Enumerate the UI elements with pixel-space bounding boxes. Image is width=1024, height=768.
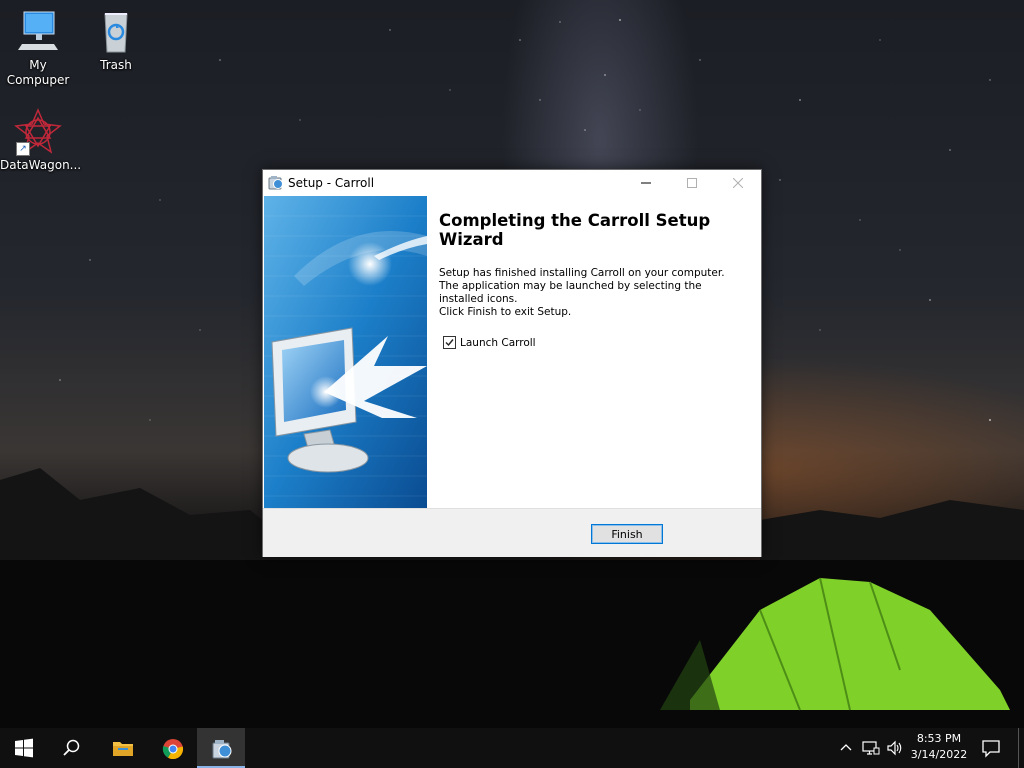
clock-time: 8:53 PM xyxy=(916,732,962,745)
desktop-icon-label: My Compuper xyxy=(6,58,70,87)
minimize-button[interactable] xyxy=(623,170,669,196)
notification-icon[interactable] xyxy=(981,738,1001,758)
desktop-icon-datawagon[interactable]: ↗ DataWagon... xyxy=(0,108,82,173)
window-title: Setup - Carroll xyxy=(288,176,375,190)
desktop-icon-label: DataWagon... xyxy=(0,158,82,172)
close-button[interactable] xyxy=(715,170,761,196)
chevron-up-icon[interactable] xyxy=(838,740,854,756)
launch-label[interactable]: Launch Carroll xyxy=(460,337,536,349)
wizard-heading: Completing the Carroll Setup Wizard xyxy=(439,211,711,249)
wizard-exit-hint: Click Finish to exit Setup. xyxy=(439,306,572,318)
minimize-icon xyxy=(641,182,651,183)
setup-wizard-window: Setup - Carroll Completing the Carroll S… xyxy=(262,169,762,557)
finish-button[interactable]: Finish xyxy=(591,524,663,544)
computer-icon xyxy=(14,8,62,56)
maximize-icon xyxy=(687,177,697,188)
start-icon xyxy=(15,738,33,758)
file-explorer-icon xyxy=(113,742,133,756)
button-bar: Finish xyxy=(263,508,761,557)
title-bar[interactable]: Setup - Carroll xyxy=(263,170,761,196)
network-icon[interactable] xyxy=(862,740,880,756)
datawagon-shortcut-icon: ↗ xyxy=(14,108,62,156)
start-button[interactable] xyxy=(0,728,48,768)
wizard-banner-image xyxy=(264,196,427,508)
checkmark-icon xyxy=(445,339,454,347)
search-icon xyxy=(63,739,80,756)
launch-checkbox[interactable] xyxy=(443,336,456,349)
show-desktop-button[interactable] xyxy=(1018,728,1019,768)
close-icon xyxy=(732,177,744,188)
volume-icon[interactable] xyxy=(886,740,904,756)
maximize-button[interactable] xyxy=(669,170,715,196)
search-button[interactable] xyxy=(48,728,96,768)
desktop-icon-my-computer[interactable]: My Compuper xyxy=(0,8,76,88)
taskbar-setup-app[interactable] xyxy=(197,728,245,768)
recycle-bin-icon xyxy=(92,8,140,56)
chrome-icon xyxy=(162,739,184,760)
taskbar-chrome[interactable] xyxy=(148,728,196,768)
clock-date: 3/14/2022 xyxy=(910,748,968,761)
setup-app-icon xyxy=(212,740,232,759)
desktop-icon-trash[interactable]: Trash xyxy=(78,8,154,73)
desktop-icon-label: Trash xyxy=(100,58,132,72)
taskbar-file-explorer[interactable] xyxy=(98,728,146,768)
system-clock[interactable]: 8:53 PM 3/14/2022 xyxy=(908,731,970,763)
wizard-description: Setup has finished installing Carroll on… xyxy=(439,267,725,305)
shortcut-arrow-icon: ↗ xyxy=(16,142,30,156)
setup-app-icon xyxy=(268,176,283,190)
taskbar: 8:53 PM 3/14/2022 xyxy=(0,728,1024,768)
